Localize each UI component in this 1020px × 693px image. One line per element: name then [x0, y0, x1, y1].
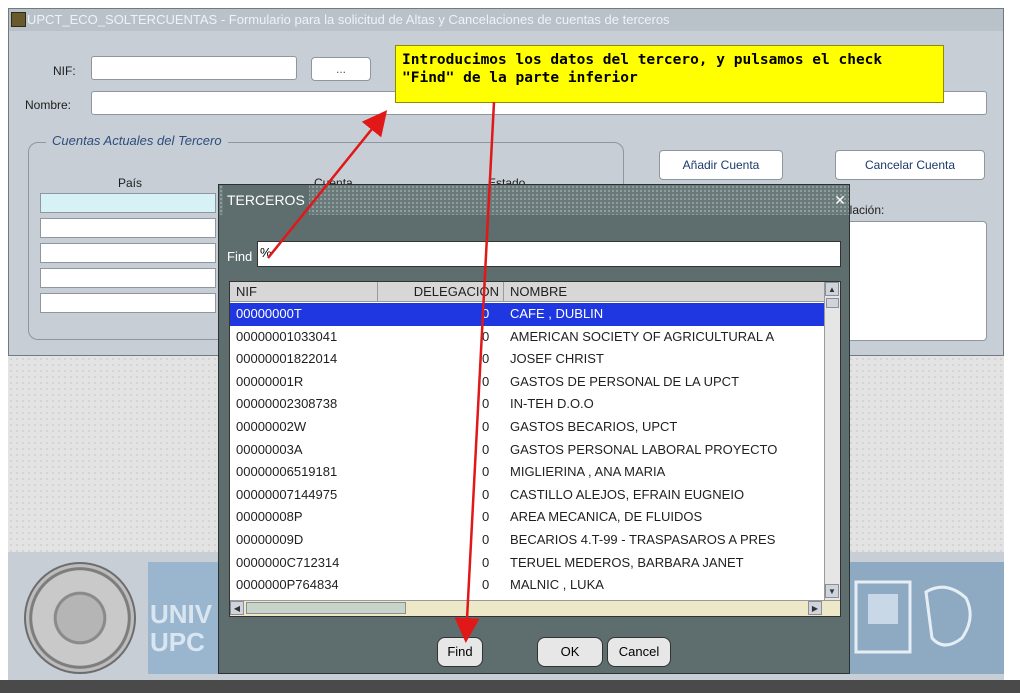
arrow-to-find-button [454, 101, 496, 643]
annotation-arrows [267, 101, 496, 643]
arrow-to-annotation [267, 110, 388, 259]
